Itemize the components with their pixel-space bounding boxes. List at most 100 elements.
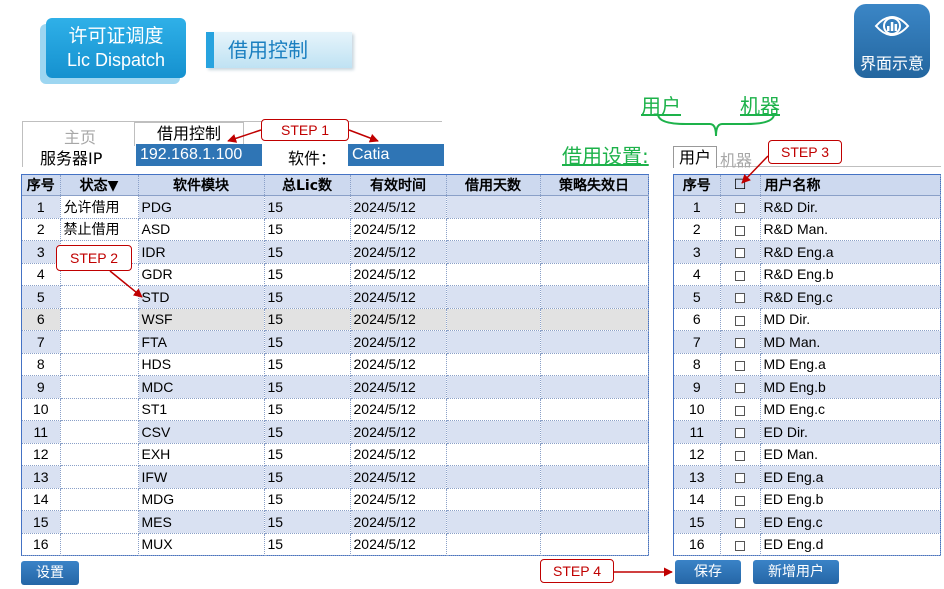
row-checkbox-cell[interactable] <box>720 533 761 556</box>
row-checkbox[interactable] <box>735 225 745 236</box>
table-row[interactable]: 14 MDG 15 2024/5/12 <box>22 488 649 511</box>
row-status[interactable] <box>60 375 139 399</box>
row-checkbox[interactable] <box>735 203 745 214</box>
row-checkbox[interactable] <box>735 428 745 439</box>
table-row[interactable]: 13 IFW 15 2024/5/12 <box>22 465 649 489</box>
table-row[interactable]: 13 ED Eng.a <box>674 465 941 489</box>
row-status[interactable] <box>60 285 139 309</box>
row-policy-expiry[interactable] <box>540 195 649 219</box>
table-row[interactable]: 5 STD 15 2024/5/12 <box>22 285 649 309</box>
table-row[interactable]: 8 HDS 15 2024/5/12 <box>22 353 649 376</box>
row-policy-expiry[interactable] <box>540 285 649 309</box>
row-checkbox[interactable] <box>735 405 745 416</box>
row-borrow-days[interactable] <box>446 263 541 286</box>
row-policy-expiry[interactable] <box>540 240 649 264</box>
row-borrow-days[interactable] <box>446 443 541 466</box>
table-row[interactable]: 15 ED Eng.c <box>674 510 941 534</box>
table-row[interactable]: 11 ED Dir. <box>674 420 941 444</box>
row-checkbox-cell[interactable] <box>720 263 761 286</box>
row-checkbox[interactable] <box>735 270 745 281</box>
row-checkbox[interactable] <box>735 495 745 506</box>
settings-button[interactable]: 设置 <box>21 561 79 585</box>
table-row[interactable]: 16 ED Eng.d <box>674 533 941 556</box>
row-checkbox[interactable] <box>735 315 745 326</box>
row-checkbox-cell[interactable] <box>720 195 761 219</box>
row-borrow-days[interactable] <box>446 330 541 354</box>
table-row[interactable]: 14 ED Eng.b <box>674 488 941 511</box>
row-checkbox-cell[interactable] <box>720 465 761 489</box>
table-row[interactable]: 15 MES 15 2024/5/12 <box>22 510 649 534</box>
row-checkbox[interactable] <box>735 248 745 259</box>
row-checkbox[interactable] <box>735 338 745 349</box>
row-checkbox-cell[interactable] <box>720 353 761 376</box>
row-borrow-days[interactable] <box>446 195 541 219</box>
table-row[interactable]: 12 ED Man. <box>674 443 941 466</box>
row-status[interactable] <box>60 465 139 489</box>
table-row[interactable]: 10 MD Eng.c <box>674 398 941 421</box>
row-checkbox-cell[interactable] <box>720 375 761 399</box>
tab-user[interactable]: 用户 <box>673 146 717 168</box>
table-row[interactable]: 11 CSV 15 2024/5/12 <box>22 420 649 444</box>
row-checkbox[interactable] <box>735 450 745 461</box>
row-status[interactable]: 禁止借用 <box>60 218 139 241</box>
save-button[interactable]: 保存 <box>675 560 741 584</box>
table-row[interactable]: 9 MDC 15 2024/5/12 <box>22 375 649 399</box>
table-row[interactable]: 16 MUX 15 2024/5/12 <box>22 533 649 556</box>
row-policy-expiry[interactable] <box>540 510 649 534</box>
table-row[interactable]: 7 FTA 15 2024/5/12 <box>22 330 649 354</box>
row-policy-expiry[interactable] <box>540 465 649 489</box>
row-borrow-days[interactable] <box>446 285 541 309</box>
row-status[interactable] <box>60 420 139 444</box>
software-select[interactable]: Catia <box>348 144 444 166</box>
row-status[interactable] <box>60 533 139 556</box>
select-all-checkbox[interactable]: ☐ <box>720 175 761 196</box>
row-checkbox-cell[interactable] <box>720 420 761 444</box>
table-row[interactable]: 10 ST1 15 2024/5/12 <box>22 398 649 421</box>
row-checkbox-cell[interactable] <box>720 398 761 421</box>
row-checkbox-cell[interactable] <box>720 443 761 466</box>
row-status[interactable] <box>60 398 139 421</box>
row-borrow-days[interactable] <box>446 420 541 444</box>
table-row[interactable]: 2 R&D Man. <box>674 218 941 241</box>
row-status[interactable] <box>60 308 139 331</box>
tab-home[interactable]: 主页 <box>40 124 120 147</box>
server-ip-field[interactable]: 192.168.1.100 <box>136 144 262 166</box>
table-row[interactable]: 7 MD Man. <box>674 330 941 354</box>
row-policy-expiry[interactable] <box>540 398 649 421</box>
row-status[interactable]: 允许借用 <box>60 195 139 219</box>
row-checkbox-cell[interactable] <box>720 218 761 241</box>
row-checkbox-cell[interactable] <box>720 308 761 331</box>
row-checkbox-cell[interactable] <box>720 510 761 534</box>
table-row[interactable]: 5 R&D Eng.c <box>674 285 941 309</box>
row-status[interactable] <box>60 510 139 534</box>
row-status[interactable] <box>60 353 139 376</box>
row-policy-expiry[interactable] <box>540 218 649 241</box>
row-status[interactable] <box>60 330 139 354</box>
row-checkbox[interactable] <box>735 383 745 394</box>
row-borrow-days[interactable] <box>446 398 541 421</box>
table-row[interactable]: 2 禁止借用 ASD 15 2024/5/12 <box>22 218 649 241</box>
table-row[interactable]: 1 R&D Dir. <box>674 195 941 219</box>
tab-machine[interactable]: 机器 <box>720 147 752 171</box>
tab-borrow-control[interactable]: 借用控制 <box>134 122 244 146</box>
add-user-button[interactable]: 新增用户 <box>753 560 839 584</box>
row-policy-expiry[interactable] <box>540 375 649 399</box>
row-borrow-days[interactable] <box>446 308 541 331</box>
row-checkbox[interactable] <box>735 540 745 551</box>
row-policy-expiry[interactable] <box>540 263 649 286</box>
row-status[interactable] <box>60 443 139 466</box>
table-row[interactable]: 1 允许借用 PDG 15 2024/5/12 <box>22 195 649 219</box>
row-checkbox[interactable] <box>735 360 745 371</box>
row-policy-expiry[interactable] <box>540 488 649 511</box>
table-row[interactable]: 12 EXH 15 2024/5/12 <box>22 443 649 466</box>
row-checkbox-cell[interactable] <box>720 285 761 309</box>
row-checkbox[interactable] <box>735 473 745 484</box>
row-policy-expiry[interactable] <box>540 420 649 444</box>
row-checkbox[interactable] <box>735 293 745 304</box>
row-borrow-days[interactable] <box>446 240 541 264</box>
row-borrow-days[interactable] <box>446 488 541 511</box>
col-header-status-filter[interactable]: 状态▼ <box>60 175 139 196</box>
row-status[interactable] <box>60 488 139 511</box>
row-policy-expiry[interactable] <box>540 353 649 376</box>
row-policy-expiry[interactable] <box>540 330 649 354</box>
